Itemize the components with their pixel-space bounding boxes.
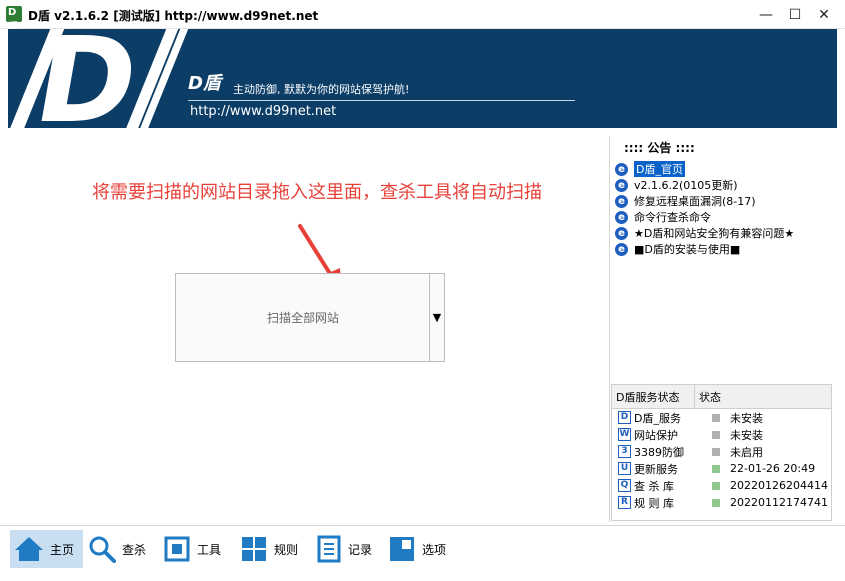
home-icon [15, 537, 43, 561]
notice-item[interactable]: e 命令行查杀命令 [615, 209, 794, 225]
tools-icon [164, 536, 190, 562]
service-status: 20220112174741 [730, 496, 828, 509]
tab-label: 查杀 [122, 542, 147, 557]
notice-label: v2.1.6.2(0105更新) [634, 179, 738, 192]
column-header-status[interactable]: 状态 [695, 385, 721, 408]
table-row[interactable]: 3 3389防御 未启用 [612, 443, 831, 460]
service-name: D盾_服务 [634, 411, 681, 425]
service-status: 22-01-26 20:49 [730, 462, 816, 475]
notice-item[interactable]: e 修复远程桌面漏洞(8-17) [615, 193, 794, 209]
search-icon [89, 536, 116, 563]
notice-label: ■D盾的安装与使用■ [634, 243, 741, 256]
tab-rules[interactable]: 规则 [240, 530, 312, 568]
link-icon: e [615, 210, 628, 224]
table-row[interactable]: D D盾_服务 未安装 [612, 409, 831, 426]
notice-label: ★D盾和网站安全狗有兼容问题★ [634, 227, 795, 240]
title-bar: D盾 D盾 v2.1.6.2 [测试版] http://www.d99net.n… [0, 0, 845, 33]
service-status: 未启用 [730, 445, 763, 459]
status-indicator [712, 481, 720, 490]
scan-all-button[interactable]: 扫描全部网站 [176, 274, 430, 361]
service-name: 查 杀 库 [634, 479, 674, 493]
notice-item[interactable]: e D盾_官页 [615, 161, 794, 177]
tab-options[interactable]: 选项 [388, 530, 460, 568]
notice-item[interactable]: e ■D盾的安装与使用■ [615, 241, 794, 257]
website-url: http://www.d99net.net [190, 104, 337, 119]
link-icon: e [615, 162, 628, 176]
service-name: 3389防御 [634, 445, 684, 459]
service-status-table: D盾服务状态 状态 D D盾_服务 未安装 W 网站保护 未安装 3 3389防… [611, 384, 832, 521]
tab-log[interactable]: 记录 [316, 530, 388, 568]
tab-label: 主页 [50, 542, 75, 557]
right-panel: :::: 公告 :::: e D盾_官页 e v2.1.6.2(0105更新) e修… [609, 136, 839, 522]
notice-label: D盾_官页 [634, 161, 685, 177]
slogan: 主动防御, 默默为你的网站保驾护航! [233, 83, 410, 96]
brand-title: D盾 [188, 73, 221, 94]
notice-label: 修复远程桌面漏洞(8-17) [634, 195, 756, 208]
link-icon: e [615, 194, 628, 208]
log-icon [317, 535, 341, 563]
table-row[interactable]: W 网站保护 未安装 [612, 426, 831, 443]
table-row[interactable]: Q 查 杀 库 20220126204414 [612, 477, 831, 494]
service-name: 规 则 库 [634, 496, 674, 510]
rdp-defense-icon: 3 [618, 445, 631, 458]
notice-list: e D盾_官页 e v2.1.6.2(0105更新) e 修复远程桌面漏洞(8-17)… [615, 161, 794, 257]
tab-home[interactable]: 主页 [10, 530, 83, 568]
options-icon [390, 537, 414, 561]
notice-item[interactable]: e v2.1.6.2(0105更新) [615, 177, 794, 193]
minimize-button[interactable]: — [752, 0, 780, 29]
link-icon: e [615, 178, 628, 192]
status-indicator [712, 464, 720, 473]
service-status: 未安装 [730, 428, 763, 442]
service-name: 更新服务 [634, 462, 678, 476]
link-icon: e [615, 226, 628, 240]
banner-divider [188, 100, 575, 101]
table-header: D盾服务状态 状态 [612, 385, 831, 409]
logo-letter: D [25, 29, 141, 128]
tab-label: 规则 [274, 542, 299, 557]
update-icon: U [618, 462, 631, 475]
maximize-button[interactable]: ☐ [781, 0, 809, 29]
table-row[interactable]: R 规 则 库 20220112174741 [612, 494, 831, 511]
status-indicator [712, 413, 720, 422]
close-button[interactable]: ✕ [810, 0, 838, 29]
scan-dropdown-button[interactable]: ▼ [429, 274, 444, 361]
scan-db-icon: Q [618, 479, 631, 492]
link-icon: e [615, 242, 628, 256]
caret-down-icon: ▼ [432, 311, 442, 324]
window-title: D盾 v2.1.6.2 [测试版] http://www.d99net.net [28, 9, 319, 23]
drop-hint: 将需要扫描的网站目录拖入这里面，查杀工具将自动扫描 [92, 182, 542, 203]
app-logo-icon: D盾 [6, 6, 22, 33]
status-indicator [712, 447, 720, 456]
notice-item[interactable]: e ★D盾和网站安全狗有兼容问题★ [615, 225, 794, 241]
d-shield-icon: D [618, 411, 631, 424]
column-header-service[interactable]: D盾服务状态 [612, 385, 695, 408]
notice-label: 命令行查杀命令 [634, 211, 711, 224]
status-indicator [712, 498, 720, 507]
scan-split-button: 扫描全部网站 ▼ [175, 273, 445, 362]
rules-db-icon: R [618, 496, 631, 509]
status-indicator [712, 430, 720, 439]
service-name: 网站保护 [634, 428, 678, 442]
notice-title: :::: 公告 :::: [624, 141, 695, 155]
tab-label: 选项 [422, 542, 447, 557]
tab-label: 工具 [197, 542, 222, 557]
web-protect-icon: W [618, 428, 631, 441]
bottom-toolbar: 主页 查杀 工具 规则 记录 选项 [0, 525, 845, 581]
tab-tools[interactable]: 工具 [163, 530, 235, 568]
rules-icon [242, 537, 266, 561]
table-row[interactable]: U 更新服务 22-01-26 20:49 [612, 460, 831, 477]
service-status: 20220126204414 [730, 479, 828, 492]
header-banner: D D盾 主动防御, 默默为你的网站保驾护航! http://www.d99ne… [8, 29, 837, 128]
tab-label: 记录 [348, 542, 373, 557]
service-status: 未安装 [730, 411, 763, 425]
tab-scan[interactable]: 查杀 [88, 530, 160, 568]
